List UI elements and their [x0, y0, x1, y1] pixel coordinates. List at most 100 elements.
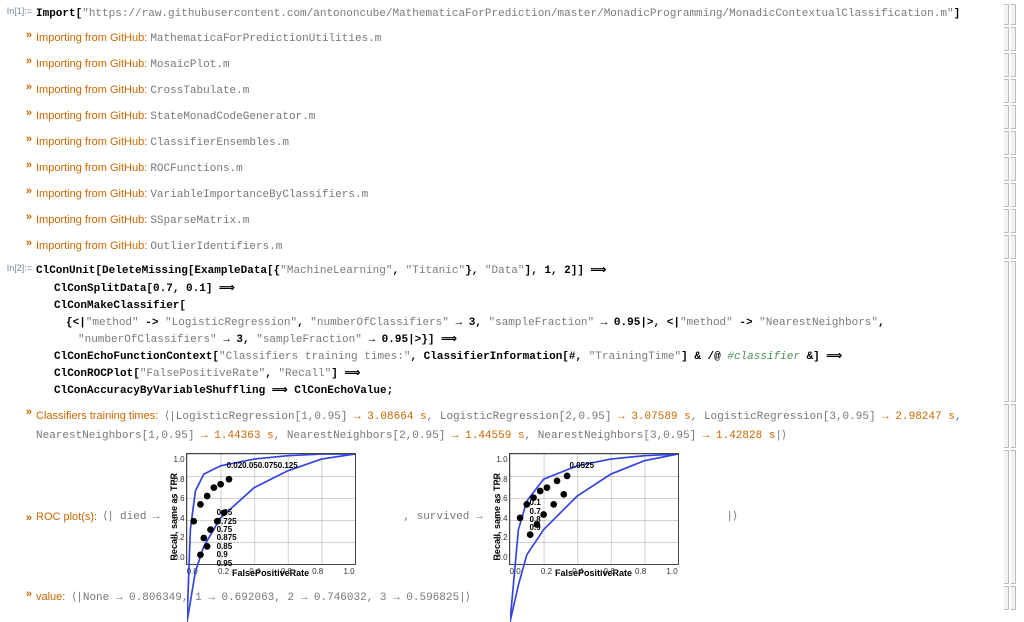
out-import-row: »Importing from GitHub: MathematicaForPr…	[4, 27, 1016, 51]
import-prefix: Importing from GitHub:	[36, 84, 150, 96]
t: "Titanic"	[406, 265, 465, 277]
cell-in2: In[2]:= ClConUnit[DeleteMissing[ExampleD…	[4, 261, 1016, 401]
t: #classifier	[727, 351, 800, 363]
t: ,	[955, 411, 962, 423]
roc-key-died: died →	[120, 509, 160, 526]
t: "Classifiers training times:"	[219, 351, 410, 363]
train-head: Classifiers training times:	[36, 410, 158, 422]
out-marker-icon: »	[4, 235, 36, 249]
in2-code[interactable]: ClConUnit[DeleteMissing[ExampleData[{"Ma…	[36, 261, 1002, 401]
out-import-row: »Importing from GitHub: StateMonadCodeGe…	[4, 105, 1016, 129]
out-training-times: » Classifiers training times: ⟨|Logistic…	[4, 404, 1016, 448]
out-marker-icon: »	[4, 105, 36, 119]
t: → 3,	[449, 317, 489, 329]
out-marker-icon: »	[4, 183, 36, 197]
t: →	[194, 430, 214, 442]
import-filename: ROCFunctions.m	[150, 163, 242, 175]
l2: ClConMakeClassifier[	[36, 298, 1002, 315]
in1-code[interactable]: Import["https://raw.githubusercontent.co…	[36, 4, 1002, 25]
t: LogisticRegression[3,0.95]	[704, 411, 876, 423]
t: ,	[392, 265, 405, 277]
training-times-body: Classifiers training times: ⟨|LogisticRe…	[36, 404, 1002, 448]
out-import-row: »Importing from GitHub: ClassifierEnsemb…	[4, 131, 1016, 155]
t: "method"	[86, 317, 139, 329]
t: |⟩	[726, 509, 737, 526]
t: LogisticRegression[1,0.95]	[176, 411, 348, 423]
out-marker-icon: »	[4, 157, 36, 171]
import-filename: MosaicPlot.m	[150, 59, 229, 71]
t: ⟨|	[165, 411, 176, 423]
roc-head: ROC plot(s):	[36, 509, 97, 526]
t: ⟨|	[103, 509, 114, 526]
out-import-row: »Importing from GitHub: CrossTabulate.m	[4, 79, 1016, 103]
import-prefix: Importing from GitHub:	[36, 58, 150, 70]
l1: ClConSplitData[0.7, 0.1] ⟹	[36, 281, 1002, 298]
out-marker-icon: »	[4, 404, 36, 418]
import-prefix: Importing from GitHub:	[36, 110, 150, 122]
out-import-row: »Importing from GitHub: ROCFunctions.m	[4, 157, 1016, 181]
t: "TrainingTime"	[589, 351, 681, 363]
import-prefix: Importing from GitHub:	[36, 188, 150, 200]
t: ] & /@	[681, 351, 727, 363]
l7: ClConAccuracyByVariableShuffling ⟹ ClCon…	[36, 383, 1002, 400]
import-filename: VariableImportanceByClassifiers.m	[150, 189, 368, 201]
import-prefix: Importing from GitHub:	[36, 136, 150, 148]
t: ,	[297, 317, 310, 329]
t: "Data"	[485, 265, 525, 277]
t: "Recall"	[278, 368, 331, 380]
t: |⟩	[775, 430, 786, 442]
t: "NearestNeighbors"	[759, 317, 878, 329]
t: "FalsePositiveRate"	[140, 368, 265, 380]
t: 1.44363 s	[214, 430, 273, 442]
value-body: ⟨|None → 0.806349, 1 → 0.692063, 2 → 0.7…	[65, 592, 470, 604]
import-prefix: Importing from GitHub:	[36, 214, 150, 226]
out-marker-icon: »	[4, 586, 36, 600]
t: "numberOfClassifiers"	[310, 317, 449, 329]
out-value: » value: ⟨|None → 0.806349, 1 → 0.692063…	[4, 586, 1016, 610]
t: 1.44559 s	[465, 430, 524, 442]
out-marker-icon: »	[4, 510, 36, 524]
t: ], 1, 2]] ⟹	[525, 265, 607, 277]
out-import-row: »Importing from GitHub: SSparseMatrix.m	[4, 209, 1016, 233]
import-filename: SSparseMatrix.m	[150, 215, 249, 227]
value-head: value:	[36, 591, 65, 603]
t: 3.08664 s	[367, 411, 426, 423]
out-roc-plots: » ROC plot(s): ⟨| died → Recall, same as…	[4, 450, 1016, 584]
out-marker-icon: »	[4, 53, 36, 67]
roc-pt-labels: 0.020.050.0750.125	[227, 462, 298, 470]
t: ] ⟹	[331, 368, 360, 380]
t: ,	[265, 368, 278, 380]
t: "MachineLearning"	[280, 265, 392, 277]
t: 1.42828 s	[716, 430, 775, 442]
roc-plot-survived: Recall, same as TPR 1.00.80.60.40.20.0 0…	[489, 453, 721, 581]
t: ,	[427, 411, 440, 423]
t: → 3,	[217, 334, 257, 346]
out-marker-icon: »	[4, 131, 36, 145]
t: "numberOfClassifiers"	[78, 334, 217, 346]
t: ,	[878, 317, 885, 329]
t: →	[696, 430, 716, 442]
t: →	[347, 411, 367, 423]
t: "method"	[680, 317, 733, 329]
t: "LogisticRegression"	[165, 317, 297, 329]
import-prefix: Importing from GitHub:	[36, 240, 150, 252]
t: NearestNeighbors[1,0.95]	[36, 430, 194, 442]
t: → 0.95|>}] ⟹	[362, 334, 457, 346]
t: "sampleFraction"	[256, 334, 362, 346]
out-marker-icon: »	[4, 27, 36, 41]
t: "sampleFraction"	[489, 317, 595, 329]
t: 2.98247 s	[895, 411, 954, 423]
roc-key-survived: , survived →	[403, 509, 482, 526]
out-marker-icon: »	[4, 79, 36, 93]
in2-label: In[2]:=	[4, 261, 36, 273]
import-prefix: Importing from GitHub:	[36, 32, 150, 44]
t: ->	[733, 317, 759, 329]
out-marker-icon: »	[4, 209, 36, 223]
t: LogisticRegression[2,0.95]	[440, 411, 612, 423]
t: →	[876, 411, 896, 423]
t: ClConUnit[DeleteMissing[ExampleData[{	[36, 265, 280, 277]
import-fn: Import	[36, 8, 76, 20]
import-filename: MathematicaForPredictionUtilities.m	[150, 33, 381, 45]
t: },	[465, 265, 485, 277]
roc-pt-labels: 0.0525	[570, 462, 594, 470]
